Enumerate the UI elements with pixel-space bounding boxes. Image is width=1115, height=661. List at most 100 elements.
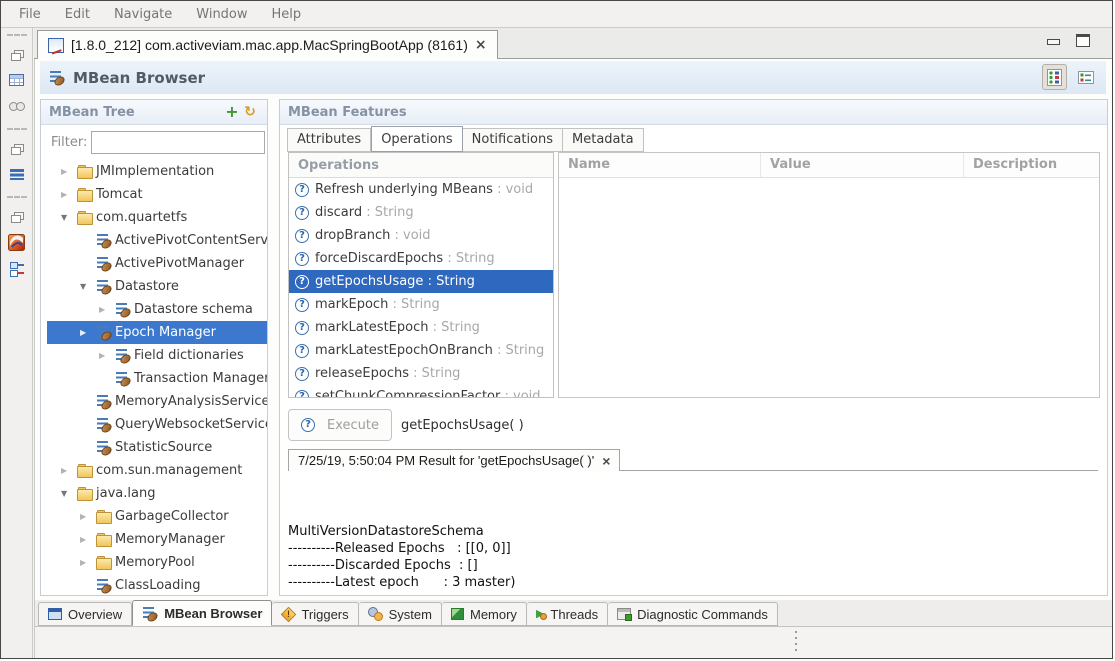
- result-tab[interactable]: 7/25/19, 5:50:04 PM Result for 'getEpoch…: [288, 449, 620, 471]
- tree-item[interactable]: ClassLoading: [41, 574, 267, 595]
- tab-threads[interactable]: ▶Threads: [527, 602, 608, 626]
- list-view-icon[interactable]: [6, 164, 28, 184]
- tree-item[interactable]: ▶JMImplementation: [41, 160, 267, 183]
- diagnostic-icon: [617, 608, 631, 620]
- execute-button[interactable]: ? Execute: [288, 409, 392, 441]
- mbean-features-panel: MBean Features Attributes Operations Not…: [279, 99, 1108, 596]
- tab-diagnostic-commands[interactable]: Diagnostic Commands: [608, 602, 778, 626]
- chevron-right-icon[interactable]: ▶: [99, 305, 115, 314]
- tree-item[interactable]: ▶ Datastore schema: [41, 298, 267, 321]
- operation-item[interactable]: ?Refresh underlying MBeans : void: [289, 178, 553, 201]
- chevron-right-icon[interactable]: ▶: [80, 535, 96, 544]
- tree-item[interactable]: Transaction Manager: [41, 367, 267, 390]
- tree-item-selected[interactable]: ▶Epoch Manager: [47, 321, 267, 344]
- help-icon: ?: [295, 298, 309, 312]
- operation-item[interactable]: ?releaseEpochs : String: [289, 362, 553, 385]
- tree-item[interactable]: StatisticSource: [41, 436, 267, 459]
- cascade-windows-icon[interactable]: [6, 44, 28, 64]
- tree-item[interactable]: ▼com.quartetfs: [41, 206, 267, 229]
- operation-separator: :: [443, 251, 456, 266]
- chevron-right-icon[interactable]: ▶: [61, 167, 77, 176]
- operation-item[interactable]: ?markEpoch : String: [289, 293, 553, 316]
- cascade-windows-icon[interactable]: [6, 138, 28, 158]
- operation-item[interactable]: ?markLatestEpochOnBranch : String: [289, 339, 553, 362]
- operation-type: String: [436, 274, 475, 289]
- tab-operations[interactable]: Operations: [371, 126, 462, 152]
- help-icon: ?: [295, 344, 309, 358]
- refresh-icon[interactable]: ↻: [241, 105, 259, 119]
- recorder-icon[interactable]: [6, 96, 28, 116]
- operation-item[interactable]: ?markLatestEpoch : String: [289, 316, 553, 339]
- chevron-right-icon[interactable]: ▶: [61, 466, 77, 475]
- operation-item[interactable]: ?discard : String: [289, 201, 553, 224]
- chevron-right-icon[interactable]: ▶: [80, 328, 96, 337]
- bottom-strip: [35, 627, 1112, 658]
- operation-item[interactable]: ?setChunkCompressionFactor : void: [289, 385, 553, 398]
- feature-tabs: Attributes Operations Notifications Meta…: [287, 127, 644, 152]
- tab-system[interactable]: System: [359, 602, 442, 626]
- close-icon[interactable]: ×: [602, 455, 610, 467]
- tab-attributes[interactable]: Attributes: [287, 128, 371, 152]
- document-tab[interactable]: [1.8.0_212] com.activeviam.mac.app.MacSp…: [37, 30, 498, 59]
- chevron-right-icon[interactable]: ▶: [80, 558, 96, 567]
- column-description: Description: [964, 153, 1099, 177]
- operation-type: String: [375, 205, 414, 220]
- operation-type: String: [456, 251, 495, 266]
- operation-item[interactable]: ?forceDiscardEpochs : String: [289, 247, 553, 270]
- minimize-icon[interactable]: [1047, 39, 1060, 45]
- operation-item[interactable]: ?dropBranch : void: [289, 224, 553, 247]
- menu-help[interactable]: Help: [262, 4, 312, 25]
- chevron-right-icon[interactable]: ▶: [61, 190, 77, 199]
- tree-item[interactable]: MemoryAnalysisService: [41, 390, 267, 413]
- menu-file[interactable]: File: [9, 4, 51, 25]
- tree-item[interactable]: ▶GarbageCollector: [41, 505, 267, 528]
- chevron-down-icon[interactable]: ▼: [61, 489, 77, 498]
- operation-separator: :: [388, 297, 401, 312]
- add-connection-icon[interactable]: +: [223, 105, 241, 119]
- tree-item-label: StatisticSource: [115, 440, 212, 455]
- tree-item[interactable]: ▼java.lang: [41, 482, 267, 505]
- tree-item-label: MemoryPool: [115, 555, 195, 570]
- chevron-right-icon[interactable]: ▶: [99, 351, 115, 360]
- tree-item[interactable]: ▶com.sun.management: [41, 459, 267, 482]
- tab-notifications[interactable]: Notifications: [463, 128, 563, 152]
- tree-item[interactable]: ▶Tomcat: [41, 183, 267, 206]
- tab-memory[interactable]: Memory: [442, 602, 527, 626]
- operation-type: String: [422, 366, 461, 381]
- tab-metadata[interactable]: Metadata: [563, 128, 644, 152]
- properties-icon[interactable]: [6, 258, 28, 278]
- maximize-icon[interactable]: [1076, 34, 1090, 47]
- close-icon[interactable]: ×: [475, 39, 487, 51]
- tree-item[interactable]: ▶Field dictionaries: [41, 344, 267, 367]
- tree-item[interactable]: QueryWebsocketService: [41, 413, 267, 436]
- table-view-icon[interactable]: [6, 70, 28, 90]
- chevron-right-icon[interactable]: ▶: [80, 512, 96, 521]
- list-view-toggle[interactable]: [1073, 64, 1098, 90]
- tab-mbean-browser[interactable]: MBean Browser: [132, 600, 272, 626]
- filter-input[interactable]: [91, 131, 265, 154]
- tree-item-label: Transaction Manager: [134, 371, 267, 386]
- tree-item[interactable]: ▶ MemoryPool: [41, 551, 267, 574]
- menu-navigate[interactable]: Navigate: [104, 4, 182, 25]
- tree-item[interactable]: ▶ MemoryManager: [41, 528, 267, 551]
- chevron-down-icon[interactable]: ▼: [80, 282, 96, 291]
- toolbar-separator: [7, 34, 27, 36]
- tree-item-label: MemoryManager: [115, 532, 225, 547]
- chevron-down-icon[interactable]: ▼: [61, 213, 77, 222]
- tab-overview[interactable]: Overview: [38, 602, 132, 626]
- grid-view-toggle[interactable]: [1042, 64, 1067, 90]
- tree-item[interactable]: ActivePivotContentServi: [41, 229, 267, 252]
- menu-edit[interactable]: Edit: [55, 4, 100, 25]
- visualvm-logo-icon[interactable]: [6, 232, 28, 252]
- tab-triggers[interactable]: !Triggers: [272, 602, 358, 626]
- overview-icon: [48, 608, 62, 620]
- menu-window[interactable]: Window: [186, 4, 257, 25]
- tree-item[interactable]: ActivePivotManager: [41, 252, 267, 275]
- cascade-windows-icon[interactable]: [6, 206, 28, 226]
- operation-item-selected[interactable]: ?getEpochsUsage : String: [289, 270, 553, 293]
- tree-item-label: Datastore schema: [134, 302, 253, 317]
- tree-item[interactable]: ▼Datastore: [41, 275, 267, 298]
- splitter-grip[interactable]: [794, 631, 798, 653]
- mbean-icon: [49, 70, 65, 85]
- mbean-icon: [96, 325, 112, 340]
